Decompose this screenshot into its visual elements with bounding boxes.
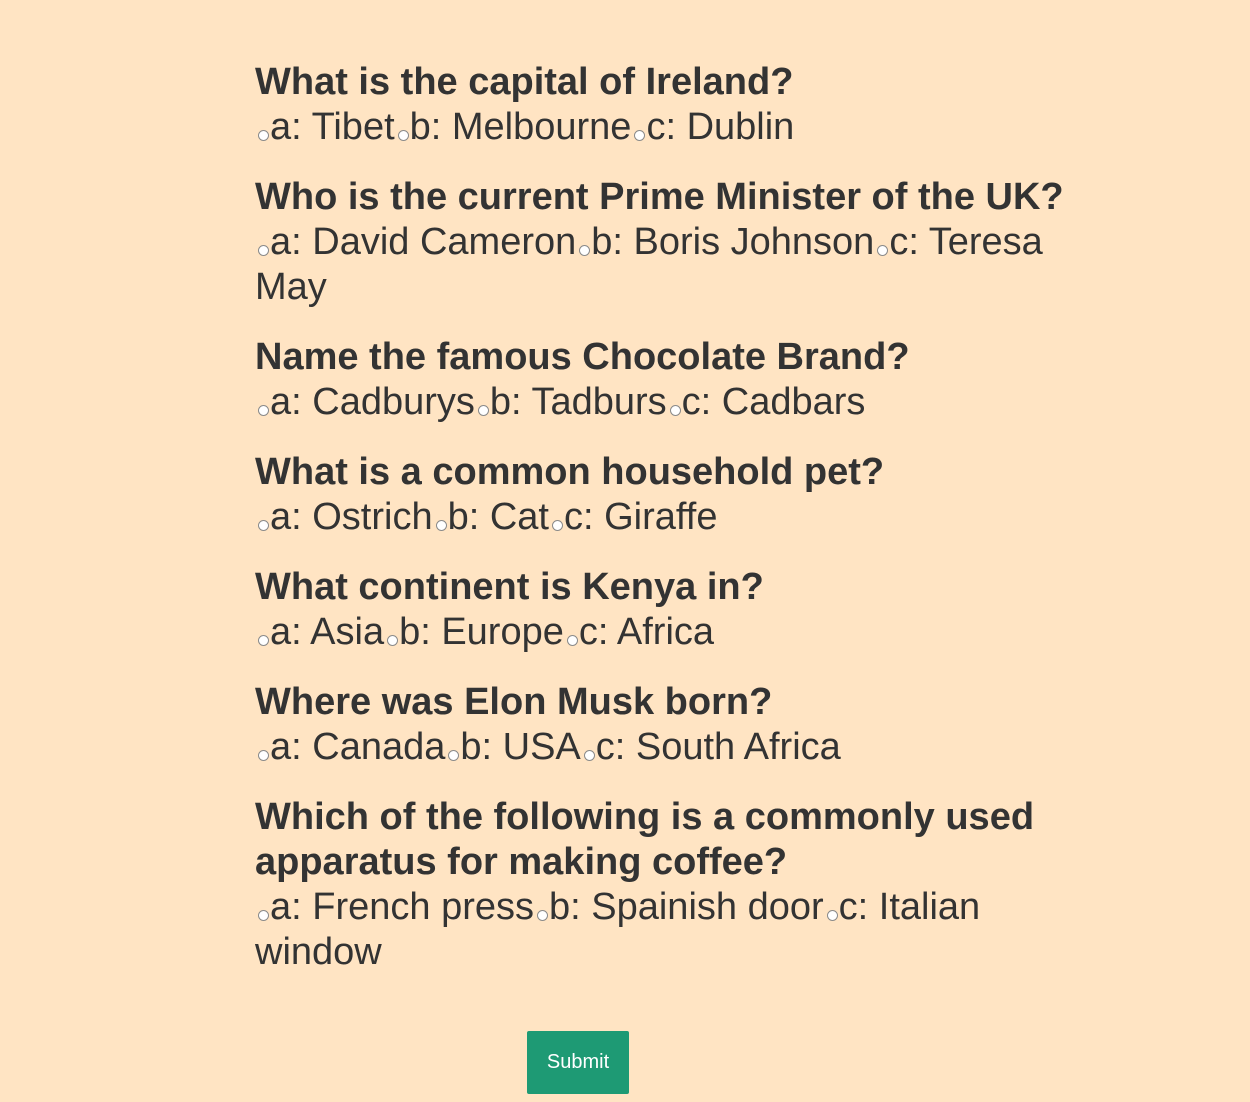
question-block-4: What is a common household pet? a: Ostri… (255, 450, 1115, 540)
option-label-a: a: Asia (270, 611, 385, 653)
option-label-a: a: Tibet (270, 106, 395, 148)
radio-button-c[interactable] (566, 635, 578, 646)
radio-button-c[interactable] (552, 520, 563, 531)
radio-button-c[interactable] (826, 910, 838, 921)
question-text: What is a common household pet? (255, 451, 885, 493)
option-label-a: a: Cadburys (270, 381, 475, 423)
radio-button-a[interactable] (258, 635, 269, 646)
question-text: What is the capital of Ireland? (255, 61, 794, 103)
option-label-c: c: Giraffe (564, 496, 718, 538)
question-text: What continent is Kenya in? (255, 566, 764, 608)
radio-button-b[interactable] (387, 635, 399, 646)
radio-button-a[interactable] (258, 910, 269, 921)
option-label-b: b: Boris Johnson (591, 221, 875, 263)
submit-button[interactable]: Submit (527, 1031, 629, 1094)
option-label-c: c: Cadbars (681, 381, 866, 423)
quiz-form: What is the capital of Ireland? a: Tibet… (255, 60, 1115, 1000)
radio-button-c[interactable] (583, 750, 595, 761)
answer-options: a: Ostrich b: Cat c: Giraffe (255, 495, 1115, 540)
option-label-b: b: Tadburs (489, 381, 667, 423)
radio-button-a[interactable] (258, 130, 269, 141)
question-text: Who is the current Prime Minister of the… (255, 176, 1064, 218)
radio-button-a[interactable] (258, 405, 269, 416)
option-label-a: a: Ostrich (270, 496, 433, 538)
question-text: Which of the following is a commonly use… (255, 796, 1035, 883)
option-label-a: a: Canada (270, 726, 446, 768)
option-label-b: b: Cat (447, 496, 549, 538)
radio-button-b[interactable] (397, 130, 409, 141)
radio-button-b[interactable] (579, 245, 591, 256)
option-label-c: c: Africa (578, 611, 715, 653)
option-label-a: a: French press (270, 886, 534, 928)
radio-button-a[interactable] (258, 750, 269, 761)
radio-button-b[interactable] (477, 405, 489, 416)
option-label-b: b: Europe (399, 611, 564, 653)
question-block-5: What continent is Kenya in? a: Asia b: Eu… (255, 565, 1115, 655)
question-block-2: Who is the current Prime Minister of the… (255, 175, 1115, 310)
radio-button-a[interactable] (258, 520, 269, 531)
question-text: Where was Elon Musk born? (255, 681, 773, 723)
answer-options: a: Tibet b: Melbourne c: Dublin (255, 105, 1115, 150)
answer-options: a: Asia b: Europe c: Africa (255, 610, 1115, 655)
question-text: Name the famous Chocolate Brand? (255, 336, 910, 378)
answer-options: a: Cadburys b: Tadburs c: Cadbars (255, 380, 1115, 425)
radio-button-b[interactable] (537, 910, 548, 921)
option-label-c: c: South Africa (595, 726, 841, 768)
option-label-c: c: Dublin (646, 106, 795, 148)
radio-button-b[interactable] (448, 750, 460, 761)
radio-button-c[interactable] (669, 405, 681, 416)
radio-button-a[interactable] (258, 245, 269, 256)
answer-options: a: Canada b: USA c: South Africa (255, 725, 1115, 770)
question-block-3: Name the famous Chocolate Brand? a: Cadb… (255, 335, 1115, 425)
radio-button-c[interactable] (634, 130, 646, 141)
option-label-b: b: USA (460, 726, 581, 768)
radio-button-b[interactable] (435, 520, 447, 531)
question-block-1: What is the capital of Ireland? a: Tibet… (255, 60, 1115, 150)
option-label-b: b: Spainish door (549, 886, 824, 928)
radio-button-c[interactable] (877, 245, 889, 256)
option-label-a: a: David Cameron (270, 221, 577, 263)
option-label-b: b: Melbourne (409, 106, 632, 148)
answer-options: a: David Cameron b: Boris Johnson c: Teres… (255, 220, 1115, 310)
question-block-7: Which of the following is a commonly use… (255, 795, 1115, 975)
question-block-6: Where was Elon Musk born? a: Canada b: US… (255, 680, 1115, 770)
answer-options: a: French press b: Spainish door c: Italia… (255, 885, 1115, 975)
